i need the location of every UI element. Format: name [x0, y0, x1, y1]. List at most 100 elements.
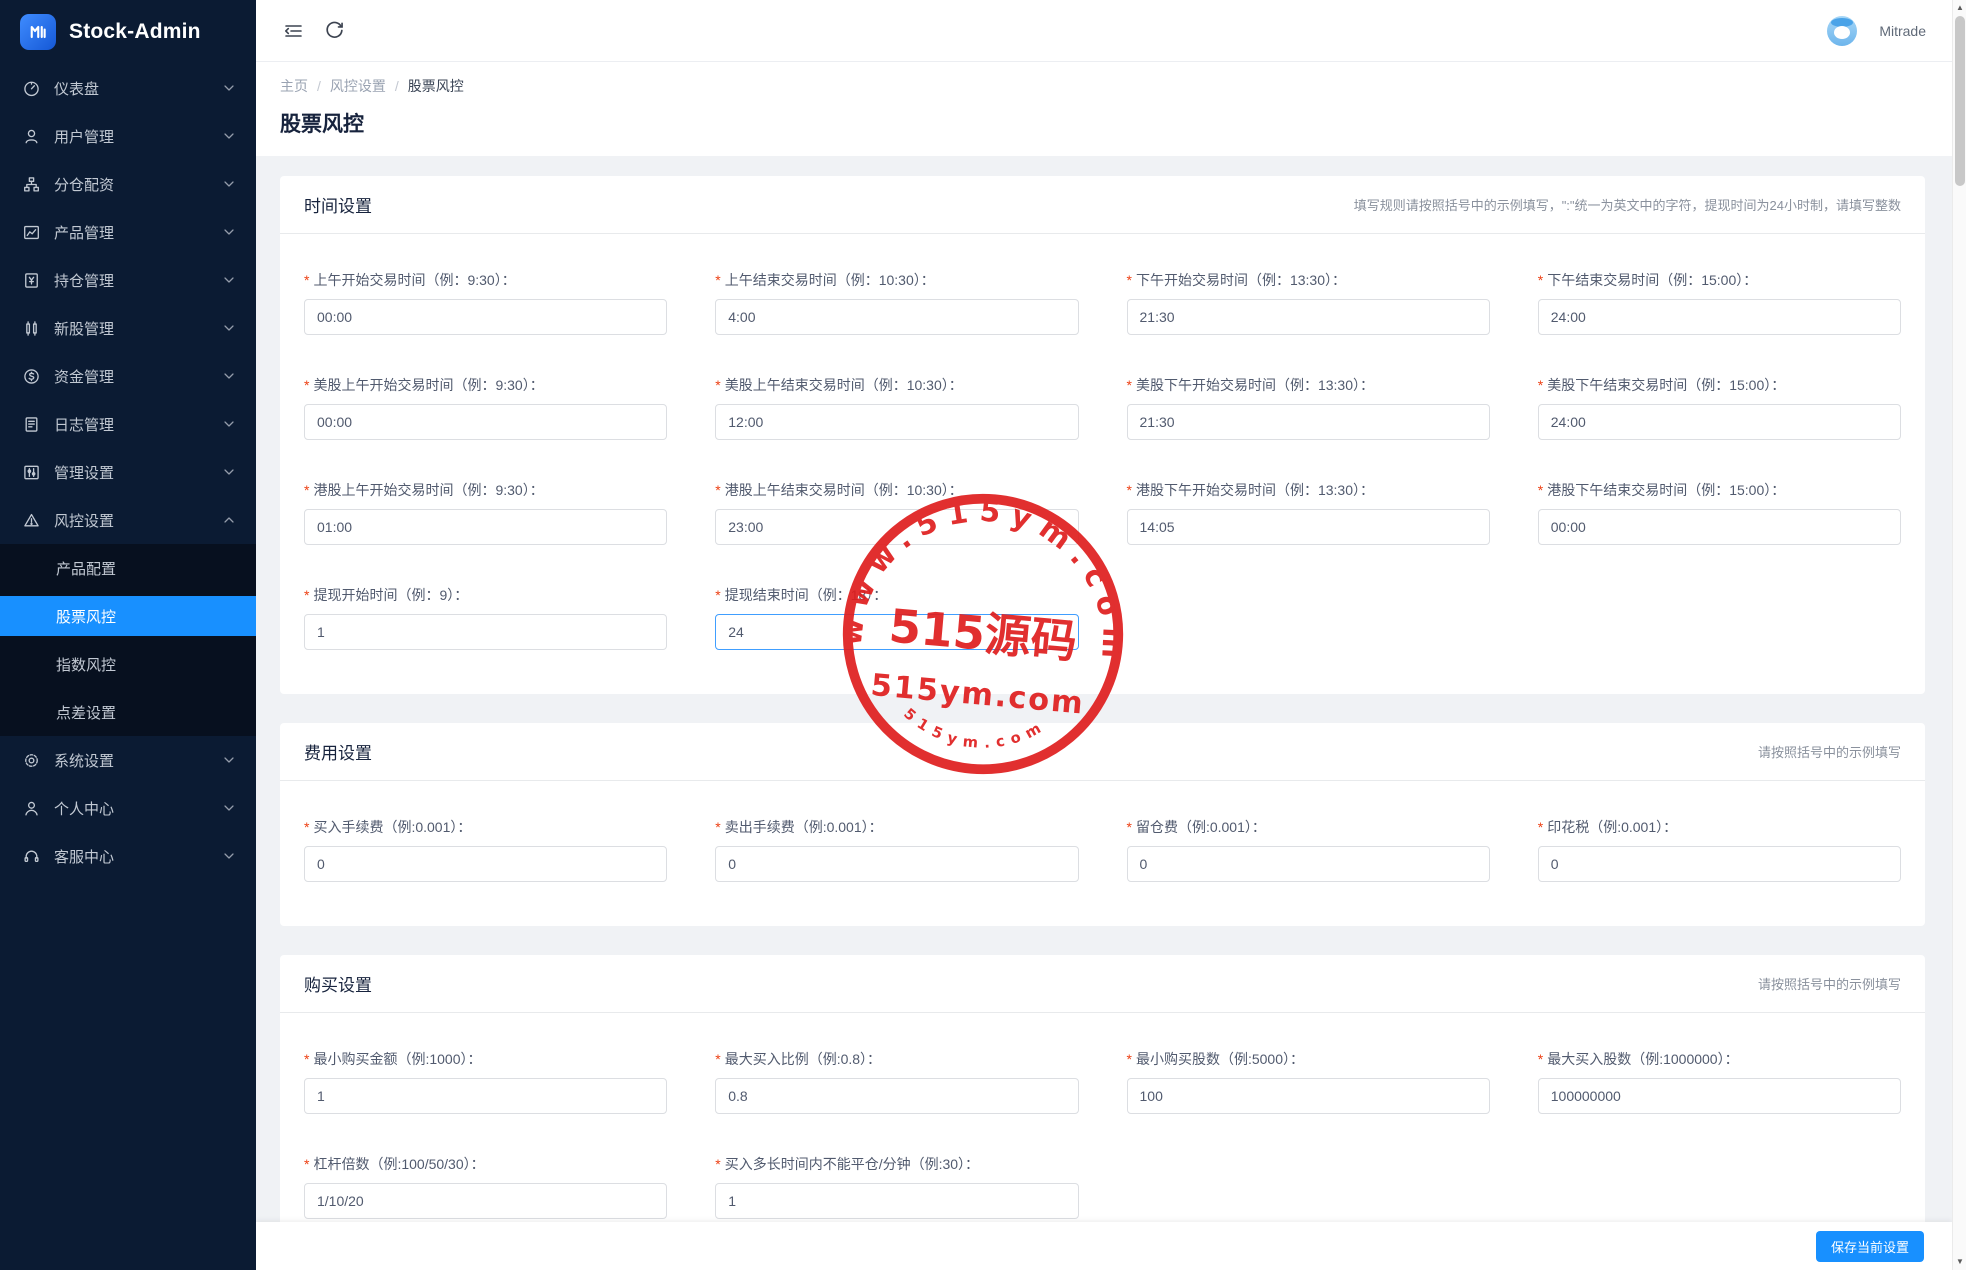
chevron-up-icon: [224, 517, 234, 523]
required-asterisk: *: [304, 272, 310, 288]
sidebar-subitem-spread-settings[interactable]: 点差设置: [0, 688, 256, 736]
max-buy-shares-input[interactable]: [1537, 1078, 1901, 1114]
required-asterisk: *: [304, 819, 310, 835]
sidebar-menu: 仪表盘 用户管理 分仓配资 产品管理 持仓管理 新股管理 资金管理 日志管理 管…: [0, 64, 256, 880]
page-content: 时间设置 填写规则请按照括号中的示例填写，":"统一为英文中的字符，提现时间为2…: [256, 152, 1952, 1270]
page-scrollbar[interactable]: ▲ ▼: [1952, 0, 1966, 1270]
save-bar: 保存当前设置: [256, 1222, 1952, 1270]
field-am-close: * 上午结束交易时间（例：10:30）：: [715, 270, 1079, 335]
stamp-tax-input[interactable]: [1537, 846, 1901, 882]
us-am-open-time-input[interactable]: [304, 404, 668, 440]
sidebar-item-users[interactable]: 用户管理: [0, 112, 256, 160]
sidebar-item-risk-settings[interactable]: 风控设置: [0, 496, 256, 544]
chevron-down-icon: [224, 421, 234, 427]
required-asterisk: *: [715, 377, 721, 393]
hk-pm-close-time-input[interactable]: [1537, 509, 1901, 545]
sidebar: Stock-Admin 仪表盘 用户管理 分仓配资 产品管理 持仓管理 新股管理…: [0, 0, 256, 1270]
products-icon: [22, 223, 40, 241]
hk-am-open-time-input[interactable]: [304, 509, 668, 545]
leverage-input[interactable]: [304, 1183, 668, 1219]
sidebar-item-support[interactable]: 客服中心: [0, 832, 256, 880]
am-open-time-input[interactable]: [304, 299, 668, 335]
ipo-icon: [22, 319, 40, 337]
withdraw-end-time-input[interactable]: [715, 614, 1079, 650]
min-buy-amount-input[interactable]: [304, 1078, 668, 1114]
min-hold-minutes-input[interactable]: [715, 1183, 1079, 1219]
field-hk-pm-close: * 港股下午结束交易时间（例：15:00）：: [1537, 480, 1901, 545]
max-buy-ratio-input[interactable]: [715, 1078, 1079, 1114]
us-pm-close-time-input[interactable]: [1537, 404, 1901, 440]
field-us-pm-open: * 美股下午开始交易时间（例：13:30）：: [1126, 375, 1490, 440]
field-min-buy-amount: * 最小购买金额（例:1000）：: [304, 1049, 668, 1114]
chevron-down-icon: [224, 277, 234, 283]
fee-settings-card: 费用设置 请按照括号中的示例填写 *买入手续费（例:0.001）： *卖出手续费…: [280, 723, 1925, 926]
chevron-down-icon: [224, 133, 234, 139]
save-button[interactable]: 保存当前设置: [1815, 1230, 1924, 1262]
buy-settings-title: 购买设置: [304, 976, 372, 995]
users-icon: [22, 127, 40, 145]
required-asterisk: *: [1126, 272, 1132, 288]
hk-am-close-time-input[interactable]: [715, 509, 1079, 545]
sidebar-subitem-stock-risk[interactable]: 股票风控: [0, 596, 256, 636]
refresh-icon[interactable]: [324, 20, 345, 41]
sidebar-item-funds[interactable]: 资金管理: [0, 352, 256, 400]
hk-pm-open-time-input[interactable]: [1126, 509, 1490, 545]
required-asterisk: *: [304, 1156, 310, 1172]
person-icon: [22, 799, 40, 817]
breadcrumb-separator: /: [317, 78, 321, 94]
user-name: Mitrade: [1879, 22, 1926, 39]
hold-fee-input[interactable]: [1126, 846, 1490, 882]
chevron-down-icon: [224, 853, 234, 859]
sidebar-item-admin-settings[interactable]: 管理设置: [0, 448, 256, 496]
sidebar-item-system-settings[interactable]: 系统设置: [0, 736, 256, 784]
field-stamp-tax: * 印花税（例:0.001）：: [1537, 817, 1901, 882]
field-hold-fee: * 留仓费（例:0.001）：: [1126, 817, 1490, 882]
am-close-time-input[interactable]: [715, 299, 1079, 335]
min-buy-shares-input[interactable]: [1126, 1078, 1490, 1114]
avatar[interactable]: [1827, 15, 1858, 46]
sell-fee-input[interactable]: [715, 846, 1079, 882]
sidebar-item-products[interactable]: 产品管理: [0, 208, 256, 256]
breadcrumb-risk-settings[interactable]: 风控设置: [330, 76, 386, 96]
sidebar-subitem-index-risk[interactable]: 指数风控: [0, 640, 256, 688]
chevron-down-icon: [224, 85, 234, 91]
app-logo[interactable]: Stock-Admin: [0, 0, 256, 64]
scrollbar-thumb[interactable]: [1955, 16, 1965, 186]
breadcrumb-separator: /: [394, 78, 399, 94]
required-asterisk: *: [1126, 482, 1132, 498]
breadcrumb-current: 股票风控: [407, 78, 464, 94]
breadcrumb-home[interactable]: 主页: [280, 76, 308, 96]
required-asterisk: *: [715, 587, 721, 603]
main-area: Mitrade 主页 / 风控设置 / 股票风控 股票风控 时间设置 填写规则请…: [256, 0, 1952, 1270]
scroll-down-icon[interactable]: ▼: [1953, 1255, 1966, 1269]
us-am-close-time-input[interactable]: [715, 404, 1079, 440]
scroll-up-icon[interactable]: ▲: [1953, 1, 1966, 15]
required-asterisk: *: [715, 1051, 721, 1067]
field-max-buy-ratio: * 最大买入比例（例:0.8）：: [715, 1049, 1079, 1114]
sidebar-item-dashboard[interactable]: 仪表盘: [0, 64, 256, 112]
sidebar-item-positions[interactable]: 持仓管理: [0, 256, 256, 304]
chevron-down-icon: [224, 181, 234, 187]
warning-triangle-icon: [22, 511, 40, 529]
us-pm-open-time-input[interactable]: [1126, 404, 1490, 440]
chevron-down-icon: [224, 229, 234, 235]
required-asterisk: *: [304, 1051, 310, 1067]
required-asterisk: *: [304, 482, 310, 498]
sidebar-subitem-product-config[interactable]: 产品配置: [0, 544, 256, 592]
field-max-buy-shares: * 最大买入股数（例:1000000）：: [1537, 1049, 1901, 1114]
sidebar-item-ipo[interactable]: 新股管理: [0, 304, 256, 352]
required-asterisk: *: [715, 482, 721, 498]
withdraw-start-time-input[interactable]: [304, 614, 668, 650]
sidebar-item-allocation[interactable]: 分仓配资: [0, 160, 256, 208]
sidebar-item-logs[interactable]: 日志管理: [0, 400, 256, 448]
chevron-down-icon: [224, 373, 234, 379]
field-min-hold-minutes: * 买入多长时间内不能平仓/分钟（例:30）：: [715, 1154, 1079, 1219]
pm-close-time-input[interactable]: [1537, 299, 1901, 335]
sidebar-item-profile[interactable]: 个人中心: [0, 784, 256, 832]
buy-fee-input[interactable]: [304, 846, 668, 882]
field-hk-am-open: * 港股上午开始交易时间（例：9:30）：: [304, 480, 668, 545]
collapse-menu-icon[interactable]: [282, 22, 304, 40]
pm-open-time-input[interactable]: [1126, 299, 1490, 335]
time-settings-note: 填写规则请按照括号中的示例填写，":"统一为英文中的字符，提现时间为24小时制，…: [1353, 198, 1901, 213]
field-withdraw-end: * 提现结束时间（例：18）：: [715, 585, 1079, 650]
